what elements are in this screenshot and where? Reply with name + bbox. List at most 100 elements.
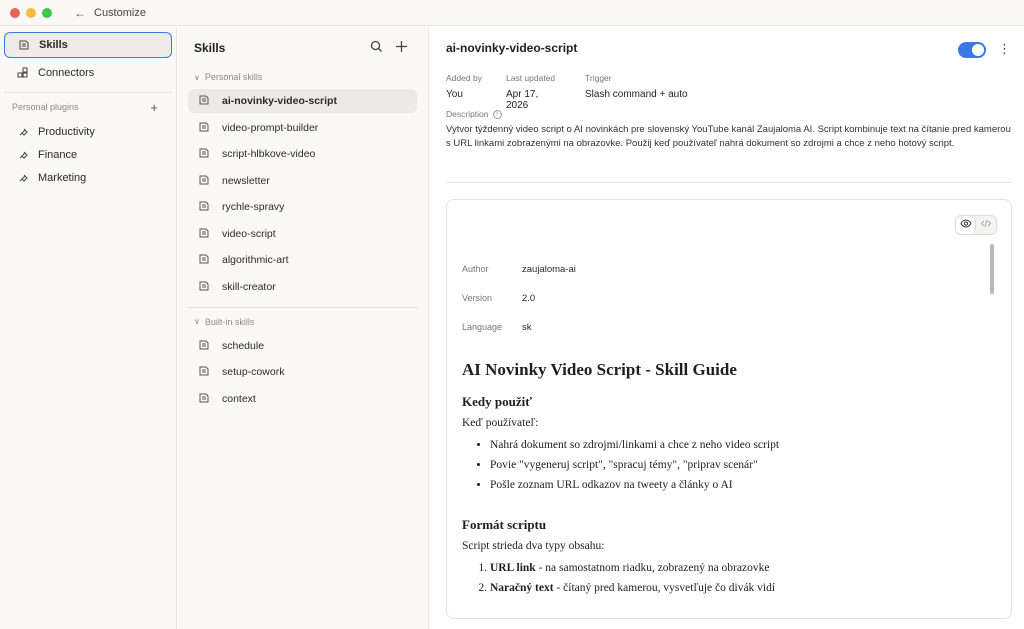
skill-list-item[interactable]: ai-novinky-video-script [188,89,417,113]
left-nav: Skills Connectors Personal plugins + Pro… [0,27,177,629]
meta-value: Apr 17, 2026 [506,89,539,111]
window-controls [10,7,52,18]
skill-file-icon [198,174,212,188]
nav-item-label: Finance [38,149,78,161]
scrollbar[interactable] [990,244,994,294]
skill-list-item[interactable]: video-prompt-builder [188,116,417,140]
skill-title: ai-novinky-video-script [446,41,578,55]
skills-icon [17,38,31,52]
meta-key: Last updated [506,73,556,83]
add-skill-icon[interactable] [395,40,408,56]
nav-item-marketing[interactable]: Marketing [4,167,172,189]
add-plugin-icon[interactable]: + [150,100,158,115]
list-item: Pošle zoznam URL odkazov na tweety a člá… [490,475,982,495]
format-list: URL link - na samostatnom riadku, zobraz… [490,558,982,598]
skill-name: video-prompt-builder [222,121,319,134]
meta-key: Added by [446,73,482,83]
description-text: Vytvor týždenný video script o AI novink… [446,124,1011,149]
connectors-icon [16,66,30,80]
skill-name: skill-creator [222,280,276,293]
divider [4,92,172,93]
frontmatter-row: Version 2.0 [462,293,535,304]
builtin-skills-header[interactable]: ∨ Built-in skills [178,314,428,330]
plugin-icon [16,148,30,162]
skill-file-icon [198,200,212,214]
skill-list-item[interactable]: newsletter [188,169,417,193]
view-switcher [955,215,997,235]
skill-list-item[interactable]: context [188,387,417,411]
list-item-text: - na samostatnom riadku, zobrazený na ob… [535,562,770,574]
meta-trigger: Trigger Slash command + auto [585,73,688,111]
nav-item-skills[interactable]: Skills [4,32,172,58]
search-icon[interactable] [370,40,383,56]
list-item: Nahrá dokument so zdrojmi/linkami a chce… [490,435,982,455]
doc-subheading-format: Formát scriptu [462,517,547,532]
minimize-window-button[interactable] [26,7,36,18]
divider [446,182,1012,183]
skill-list-item[interactable]: algorithmic-art [188,248,417,272]
skill-document-card: Author zaujaloma-ai Version 2.0 Language… [446,199,1012,619]
close-window-button[interactable] [10,7,20,18]
list-item-text: - čítaný pred kamerou, vysvetľuje čo div… [553,582,776,594]
skill-name: script-hlbkove-video [222,148,316,160]
skill-meta: Added by You Last updated Apr 17, 2026 T… [446,73,710,111]
info-icon[interactable]: i [492,109,502,119]
code-view-button[interactable] [976,216,996,234]
skill-name: schedule [222,339,265,352]
breadcrumb: Customize [94,6,146,19]
skills-header: Skills [178,27,428,69]
doc-heading: AI Novinky Video Script - Skill Guide [462,360,737,379]
meta-value: Slash command + auto [585,89,688,100]
plugin-icon [16,171,30,185]
frontmatter-value: 2.0 [522,293,536,304]
skill-file-icon [198,227,212,241]
panel-title: Skills [194,41,226,55]
divider [188,306,418,308]
meta-last-updated: Last updated Apr 17, 2026 [506,73,563,111]
enable-toggle[interactable] [958,42,986,58]
meta-added-by: Added by You [446,73,484,111]
nav-item-connectors[interactable]: Connectors [4,62,172,84]
title-bar: ← Customize [0,0,1024,26]
nav-item-label: Marketing [38,172,87,184]
doc-paragraph: Script strieda dva typy obsahu: [462,540,605,552]
frontmatter-key: Version [462,293,493,303]
skill-list-item[interactable]: script-hlbkove-video [188,142,417,166]
skill-name: newsletter [222,174,270,187]
doc-subheading-when: Kedy použiť [462,394,532,409]
nav-item-label: Connectors [38,67,95,79]
list-item-bold: Naračný text [490,582,554,594]
frontmatter-key: Author [462,264,489,274]
skill-list-item[interactable]: video-script [188,222,417,246]
skill-name: ai-novinky-video-script [222,95,337,107]
meta-key: Trigger [585,73,612,83]
more-options-icon[interactable]: ⋮ [998,41,1011,57]
chevron-down-icon: ∨ [194,72,200,82]
skill-file-icon [198,94,212,108]
skill-list-item[interactable]: schedule [188,334,417,358]
skill-list-item[interactable]: skill-creator [188,275,417,299]
skill-name: setup-cowork [222,366,285,378]
list-item: URL link - na samostatnom riadku, zobraz… [490,558,982,578]
description-label: Description i [446,109,502,119]
frontmatter-row: Author zaujaloma-ai [462,264,576,275]
nav-item-label: Productivity [38,126,95,138]
skill-name: context [222,392,256,405]
personal-skills-header[interactable]: ∨ Personal skills [178,69,428,85]
nav-item-finance[interactable]: Finance [4,144,172,166]
skill-list-item[interactable]: setup-cowork [188,360,417,384]
frontmatter-row: Language sk [462,322,532,333]
skill-file-icon [198,147,212,161]
skill-guide-document: AI Novinky Video Script - Skill Guide Ke… [462,360,982,598]
toggle-knob [972,44,984,56]
skill-file-icon [198,280,212,294]
list-item-bold: URL link [490,562,536,574]
preview-view-button[interactable] [956,216,977,234]
nav-item-productivity[interactable]: Productivity [4,121,172,143]
skill-file-icon [198,253,212,267]
maximize-window-button[interactable] [42,7,52,18]
skill-list-item[interactable]: rychle-spravy [188,195,417,219]
back-arrow-icon[interactable]: ← [74,6,86,20]
plugins-section-header: Personal plugins + [0,99,176,115]
skill-name: video-script [222,227,276,240]
